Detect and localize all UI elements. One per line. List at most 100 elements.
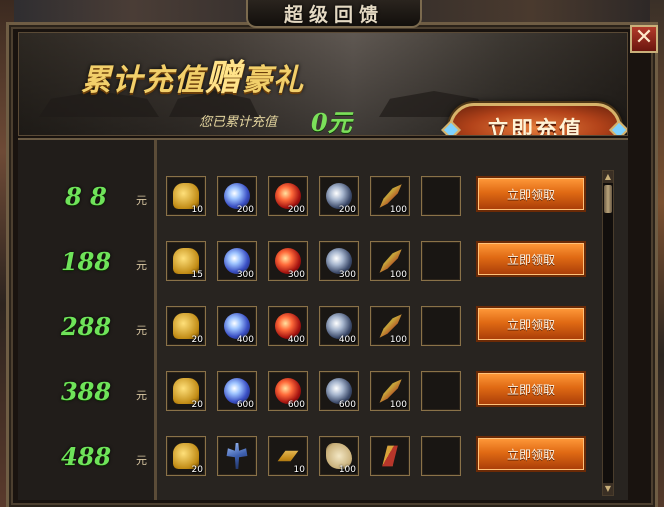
item-count: 100 bbox=[389, 400, 407, 410]
item-count: 300 bbox=[287, 270, 305, 280]
claim-button[interactable]: 立即领取 bbox=[476, 176, 586, 212]
reward-slot[interactable]: 100 bbox=[370, 371, 410, 411]
claim-button-label: 立即领取 bbox=[506, 447, 555, 462]
reward-list: 8 8 元 10 200 200 200 100 立即领取 188 元 15 300 300 300 100… bbox=[18, 138, 628, 500]
reward-slot[interactable]: 400 bbox=[268, 306, 308, 346]
window-title-tab: 超级回馈 bbox=[246, 0, 422, 28]
item-count: 20 bbox=[191, 465, 203, 475]
reward-slot[interactable]: 20 bbox=[166, 436, 206, 476]
tier-amount: 8 8 bbox=[65, 182, 107, 211]
banner-title-part2: 豪礼 bbox=[242, 63, 305, 98]
tier-amount: 188 bbox=[60, 247, 112, 276]
reward-slot[interactable]: 400 bbox=[319, 306, 359, 346]
tier-amount: 488 bbox=[60, 442, 112, 471]
close-icon: ✕ bbox=[634, 25, 654, 50]
reward-row: 8 8 元 10 200 200 200 100 立即领取 bbox=[18, 170, 628, 228]
item-count: 10 bbox=[191, 205, 203, 215]
close-button[interactable]: ✕ bbox=[630, 25, 658, 53]
tier-unit: 元 bbox=[136, 324, 147, 337]
claim-button-label: 立即领取 bbox=[506, 187, 555, 202]
empty-reward-slot[interactable] bbox=[421, 176, 461, 216]
reward-slot[interactable]: 20 bbox=[166, 371, 206, 411]
tier-unit: 元 bbox=[136, 259, 147, 272]
item-count: 15 bbox=[191, 270, 203, 280]
item-count: 100 bbox=[338, 465, 356, 475]
scroll-down-icon[interactable]: ▼ bbox=[603, 483, 613, 495]
recharged-label: 您已累计充值 bbox=[199, 115, 278, 130]
item-count: 200 bbox=[287, 205, 305, 215]
reward-slot[interactable]: 10 bbox=[268, 436, 308, 476]
banner-title-big: 赠 bbox=[205, 57, 243, 99]
reward-row: 488 元 20 10 100 立即领取 bbox=[18, 430, 628, 488]
tier-unit: 元 bbox=[136, 389, 147, 402]
item-count: 100 bbox=[389, 205, 407, 215]
reward-slot[interactable]: 400 bbox=[217, 306, 257, 346]
item-count: 100 bbox=[389, 270, 407, 280]
claim-button[interactable]: 立即领取 bbox=[476, 371, 586, 407]
reward-slot[interactable]: 100 bbox=[370, 176, 410, 216]
claim-button-label: 立即领取 bbox=[506, 382, 555, 397]
gem-icon bbox=[609, 120, 627, 135]
reward-slot[interactable]: 200 bbox=[319, 176, 359, 216]
scroll-thumb[interactable] bbox=[604, 185, 612, 213]
claim-button[interactable]: 立即领取 bbox=[476, 241, 586, 277]
empty-reward-slot[interactable] bbox=[421, 436, 461, 476]
item-count: 400 bbox=[338, 335, 356, 345]
scrollbar[interactable]: ▲ ▼ bbox=[602, 170, 614, 496]
gem-icon bbox=[441, 120, 461, 135]
reward-slot[interactable]: 15 bbox=[166, 241, 206, 281]
reward-slot[interactable]: 100 bbox=[370, 241, 410, 281]
claim-button[interactable]: 立即领取 bbox=[476, 436, 586, 472]
claim-button[interactable]: 立即领取 bbox=[476, 306, 586, 342]
recharged-amount: 0元 bbox=[311, 108, 352, 136]
reward-slot[interactable]: 600 bbox=[217, 371, 257, 411]
tier-amount: 288 bbox=[60, 312, 112, 341]
tier-amount: 388 bbox=[60, 377, 112, 406]
reward-slot[interactable]: 100 bbox=[319, 436, 359, 476]
item-count: 400 bbox=[287, 335, 305, 345]
battle-axe-icon bbox=[226, 443, 248, 469]
reward-row: 288 元 20 400 400 400 100 立即领取 bbox=[18, 300, 628, 358]
empty-reward-slot[interactable] bbox=[421, 241, 461, 281]
books-icon bbox=[382, 445, 398, 467]
reward-slot[interactable] bbox=[370, 436, 410, 476]
item-count: 200 bbox=[236, 205, 254, 215]
item-count: 100 bbox=[389, 335, 407, 345]
empty-reward-slot[interactable] bbox=[421, 371, 461, 411]
reward-slot[interactable]: 20 bbox=[166, 306, 206, 346]
item-count: 600 bbox=[338, 400, 356, 410]
banner-title-part1: 累计充值 bbox=[81, 63, 205, 98]
reward-slot[interactable]: 600 bbox=[319, 371, 359, 411]
reward-slot[interactable]: 300 bbox=[319, 241, 359, 281]
claim-button-label: 立即领取 bbox=[506, 252, 555, 267]
window-title: 超级回馈 bbox=[283, 3, 384, 26]
item-count: 600 bbox=[236, 400, 254, 410]
item-count: 20 bbox=[191, 335, 203, 345]
reward-slot[interactable]: 10 bbox=[166, 176, 206, 216]
reward-row: 188 元 15 300 300 300 100 立即领取 bbox=[18, 235, 628, 293]
item-count: 200 bbox=[338, 205, 356, 215]
reward-slot[interactable]: 300 bbox=[217, 241, 257, 281]
item-count: 400 bbox=[236, 335, 254, 345]
reward-slot[interactable]: 100 bbox=[370, 306, 410, 346]
item-count: 600 bbox=[287, 400, 305, 410]
reward-row: 388 元 20 600 600 600 100 立即领取 bbox=[18, 365, 628, 423]
tier-unit: 元 bbox=[136, 194, 147, 207]
claim-button-label: 立即领取 bbox=[506, 317, 555, 332]
reward-slot[interactable]: 200 bbox=[217, 176, 257, 216]
recharge-now-button[interactable]: 立即充值 bbox=[441, 103, 627, 136]
scroll-up-icon[interactable]: ▲ bbox=[603, 171, 613, 183]
reward-slot[interactable]: 300 bbox=[268, 241, 308, 281]
item-count: 10 bbox=[293, 465, 305, 475]
recharge-now-label: 立即充值 bbox=[486, 117, 583, 136]
reward-slot[interactable] bbox=[217, 436, 257, 476]
item-count: 300 bbox=[338, 270, 356, 280]
recharge-banner: 累计充值赠豪礼 您已累计充值 0元 立即充值 bbox=[18, 32, 628, 136]
item-count: 20 bbox=[191, 400, 203, 410]
reward-slot[interactable]: 600 bbox=[268, 371, 308, 411]
reward-slot[interactable]: 200 bbox=[268, 176, 308, 216]
item-count: 300 bbox=[236, 270, 254, 280]
empty-reward-slot[interactable] bbox=[421, 306, 461, 346]
banner-title: 累计充值赠豪礼 bbox=[81, 49, 304, 101]
tier-unit: 元 bbox=[136, 454, 147, 467]
